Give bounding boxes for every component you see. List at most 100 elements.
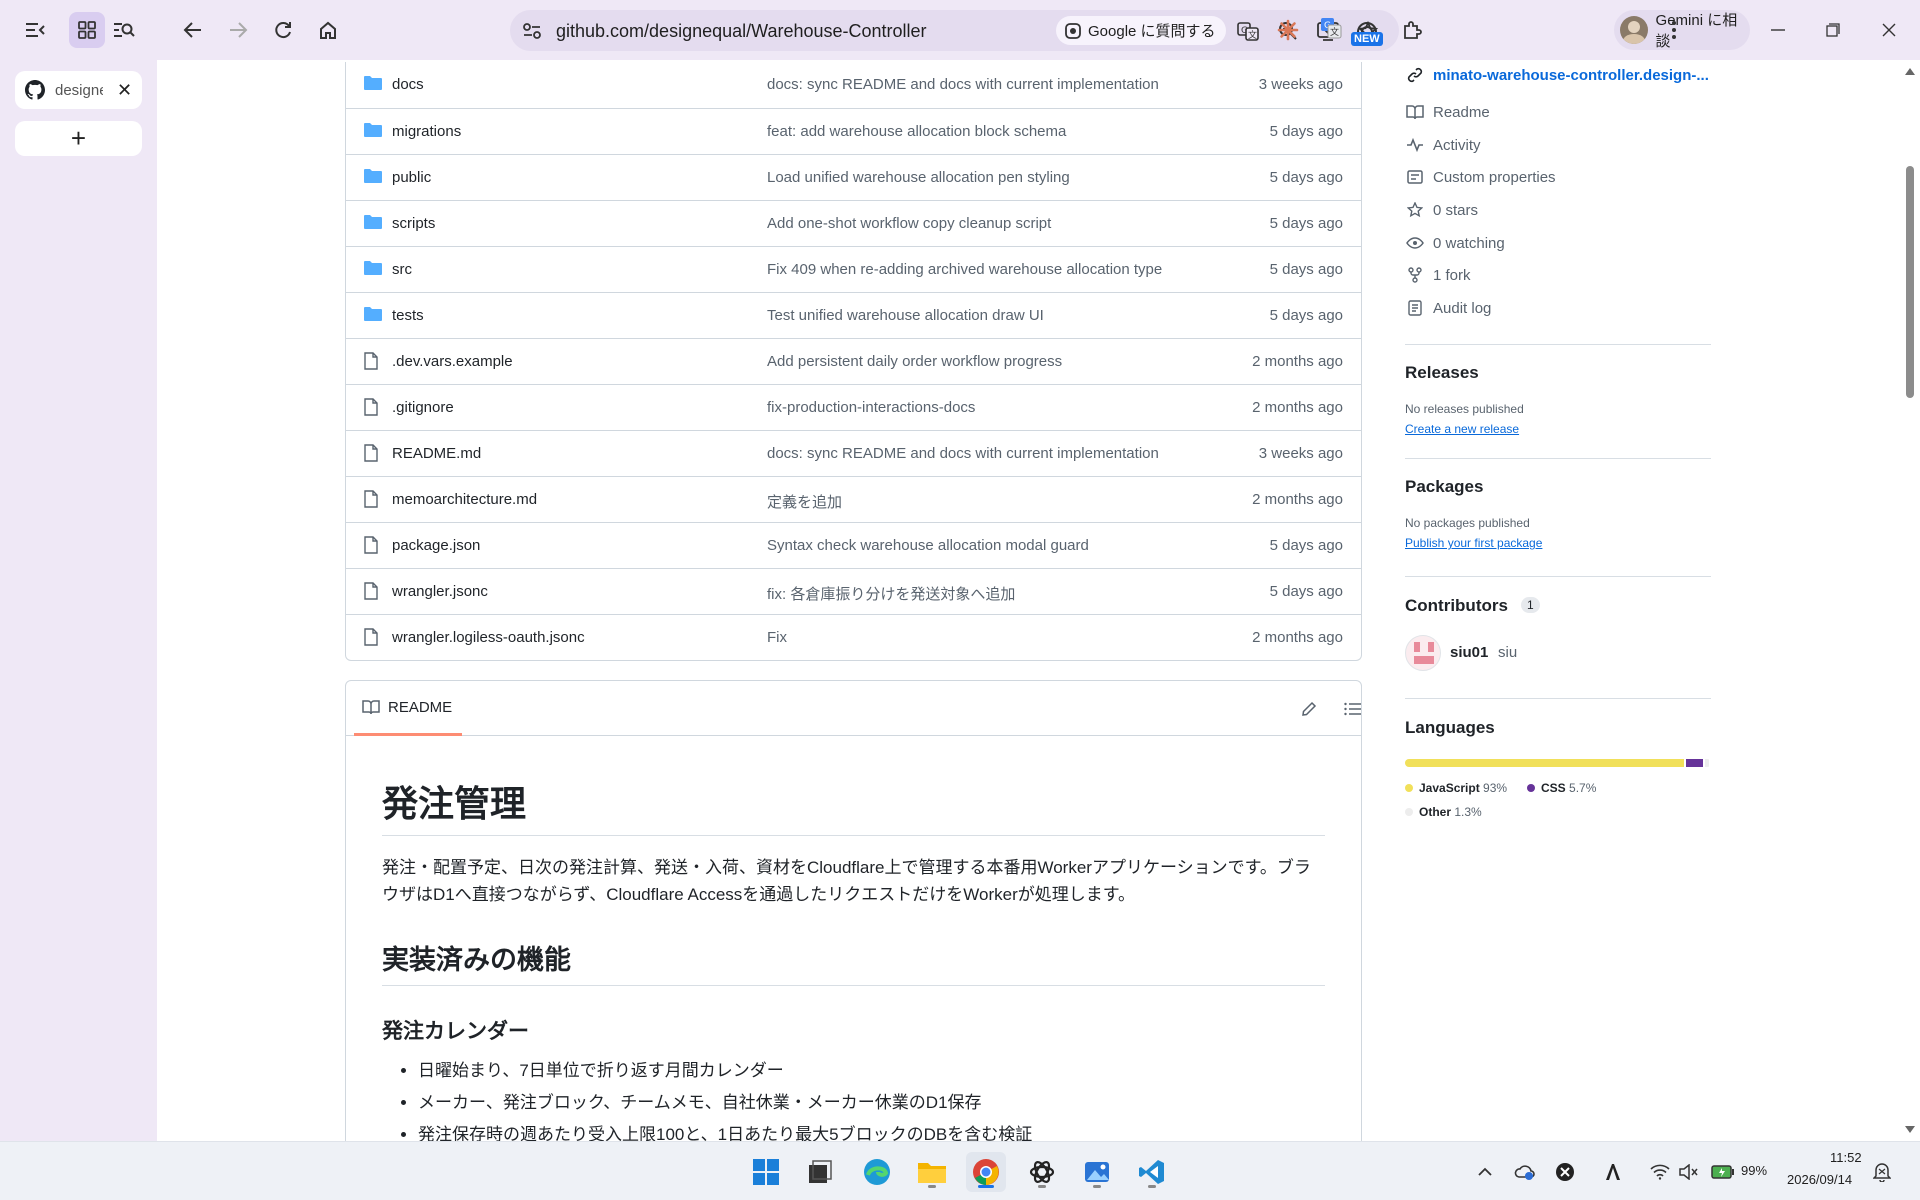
scrollbar-thumb[interactable] (1906, 166, 1914, 398)
sidebar-custom-properties-link[interactable]: Custom properties (1405, 168, 1556, 186)
scroll-up-arrow-icon[interactable] (1905, 68, 1915, 75)
clock-date[interactable]: 2026/09/14 (1787, 1172, 1852, 1187)
sidebar-watching-link[interactable]: 0 watching (1405, 234, 1505, 252)
commit-message[interactable]: Syntax check warehouse allocation modal … (767, 537, 1089, 554)
browser-tab-github[interactable]: designe ✕ (15, 71, 142, 109)
site-info-icon[interactable] (520, 20, 544, 42)
file-name[interactable]: .dev.vars.example (392, 353, 513, 370)
home-icon[interactable] (313, 16, 343, 44)
tab-search-icon[interactable] (106, 12, 142, 48)
commit-message[interactable]: Add persistent daily order workflow prog… (767, 353, 1062, 370)
extension-new-icon[interactable]: NEW (1349, 12, 1385, 48)
chrome-icon[interactable] (966, 1152, 1006, 1192)
sidebar-stars-link[interactable]: 0 stars (1405, 201, 1478, 219)
commit-message[interactable]: docs: sync README and docs with current … (767, 445, 1159, 462)
publish-package-link[interactable]: Publish your first package (1405, 536, 1542, 550)
extension-translate-icon[interactable]: G文 (1316, 14, 1346, 42)
page-scrollbar[interactable] (1900, 60, 1920, 1141)
commit-message[interactable]: feat: add warehouse allocation block sch… (767, 123, 1066, 140)
speaker-muted-icon[interactable] (1677, 1160, 1701, 1184)
commit-message[interactable]: Load unified warehouse allocation pen st… (767, 169, 1070, 186)
minimize-icon[interactable] (1763, 16, 1793, 44)
file-name[interactable]: migrations (392, 123, 461, 140)
file-row[interactable]: memoarchitecture.md 定義を追加 2 months ago (346, 476, 1361, 522)
readme-tab[interactable]: README (354, 681, 462, 736)
reload-icon[interactable] (268, 16, 298, 44)
file-name[interactable]: scripts (392, 215, 435, 232)
language-item-css[interactable]: CSS 5.7% (1527, 781, 1596, 795)
sidebar-fork-link[interactable]: 1 fork (1405, 266, 1471, 284)
url-text[interactable]: github.com/designequal/Warehouse-Control… (556, 21, 927, 42)
sidebar-audit-log-link[interactable]: Audit log (1405, 299, 1491, 317)
commit-message[interactable]: fix: 各倉庫振り分けを発送対象へ追加 (767, 583, 1015, 604)
language-item-javascript[interactable]: JavaScript 93% (1405, 781, 1507, 795)
file-name[interactable]: .gitignore (392, 399, 454, 416)
edit-pencil-icon[interactable] (1297, 697, 1321, 721)
edge-icon[interactable] (857, 1152, 897, 1192)
notification-bell-icon[interactable] (1870, 1160, 1894, 1184)
file-name[interactable]: package.json (392, 537, 480, 554)
paint-app-icon[interactable] (1077, 1152, 1117, 1192)
file-row[interactable]: scripts Add one-shot workflow copy cleanu… (346, 200, 1361, 246)
commit-message[interactable]: Add one-shot workflow copy cleanup scrip… (767, 215, 1051, 232)
releases-heading[interactable]: Releases (1405, 363, 1479, 383)
file-name[interactable]: public (392, 169, 431, 186)
task-view-icon[interactable] (800, 1152, 840, 1192)
file-row[interactable]: .dev.vars.example Add persistent daily or… (346, 338, 1361, 384)
onedrive-sync-icon[interactable] (1512, 1160, 1538, 1184)
start-windows-icon[interactable] (746, 1152, 786, 1192)
chatgpt-icon[interactable] (1022, 1152, 1062, 1192)
forward-icon[interactable] (223, 16, 253, 44)
tab-groups-icon[interactable] (69, 12, 105, 48)
commit-message[interactable]: Test unified warehouse allocation draw U… (767, 307, 1044, 324)
new-tab-button[interactable]: + (15, 121, 142, 156)
commit-message[interactable]: fix-production-interactions-docs (767, 399, 975, 416)
extensions-puzzle-icon[interactable] (1397, 16, 1427, 44)
outline-list-icon[interactable] (1341, 697, 1361, 721)
language-item-other[interactable]: Other 1.3% (1405, 805, 1482, 819)
battery-charging-icon[interactable] (1710, 1160, 1736, 1184)
address-bar[interactable]: github.com/designequal/Warehouse-Control… (510, 10, 1399, 51)
clock-time[interactable]: 11:52 (1830, 1150, 1862, 1165)
contributor-avatar[interactable] (1405, 635, 1441, 671)
file-name[interactable]: memoarchitecture.md (392, 491, 537, 508)
file-row[interactable]: README.md docs: sync README and docs with… (346, 430, 1361, 476)
more-menu-icon[interactable] (1662, 16, 1686, 44)
google-ask-button[interactable]: Google に質問する (1056, 16, 1226, 45)
file-row[interactable]: wrangler.logiless-oauth.jsonc Fix 2 months… (346, 614, 1361, 660)
file-name[interactable]: src (392, 261, 412, 278)
file-name[interactable]: README.md (392, 445, 481, 462)
website-link[interactable]: minato-warehouse-controller.design-... (1405, 66, 1709, 84)
profile-avatar[interactable] (1620, 16, 1648, 44)
close-window-icon[interactable] (1874, 16, 1904, 44)
translate-icon[interactable]: G文 (1235, 19, 1261, 43)
file-name[interactable]: docs (392, 76, 424, 93)
file-row[interactable]: wrangler.jsonc fix: 各倉庫振り分けを発送対象へ追加 5 days… (346, 568, 1361, 614)
file-row[interactable]: public Load unified warehouse allocation … (346, 154, 1361, 200)
contributor-login[interactable]: siu01 (1450, 644, 1488, 661)
back-icon[interactable] (178, 16, 208, 44)
anthropic-tray-icon[interactable] (1600, 1159, 1626, 1185)
file-row[interactable]: migrations feat: add warehouse allocation… (346, 108, 1361, 154)
file-name[interactable]: wrangler.jsonc (392, 583, 488, 600)
scroll-down-arrow-icon[interactable] (1905, 1126, 1915, 1133)
file-row[interactable]: src Fix 409 when re-adding archived wareh… (346, 246, 1361, 292)
extension-claude-icon[interactable] (1273, 16, 1303, 44)
file-row[interactable]: tests Test unified warehouse allocation d… (346, 292, 1361, 338)
file-explorer-icon[interactable] (912, 1152, 952, 1192)
file-row[interactable]: docs docs: sync README and docs with curr… (346, 62, 1361, 108)
file-name[interactable]: wrangler.logiless-oauth.jsonc (392, 629, 585, 646)
file-row[interactable]: package.json Syntax check warehouse alloc… (346, 522, 1361, 568)
packages-heading[interactable]: Packages (1405, 477, 1483, 497)
commit-message[interactable]: Fix (767, 629, 787, 646)
contributors-heading[interactable]: Contributors (1405, 596, 1508, 616)
commit-message[interactable]: 定義を追加 (767, 491, 842, 512)
app-tray-icon[interactable] (1552, 1159, 1578, 1185)
sidebar-readme-link[interactable]: Readme (1405, 103, 1490, 121)
sidebar-activity-link[interactable]: Activity (1405, 136, 1481, 154)
vscode-icon[interactable] (1132, 1152, 1172, 1192)
tab-close-icon[interactable]: ✕ (117, 80, 132, 101)
collapse-tabs-icon[interactable] (17, 12, 53, 48)
commit-message[interactable]: Fix 409 when re-adding archived warehous… (767, 261, 1162, 278)
website-url[interactable]: minato-warehouse-controller.design-... (1433, 67, 1709, 84)
